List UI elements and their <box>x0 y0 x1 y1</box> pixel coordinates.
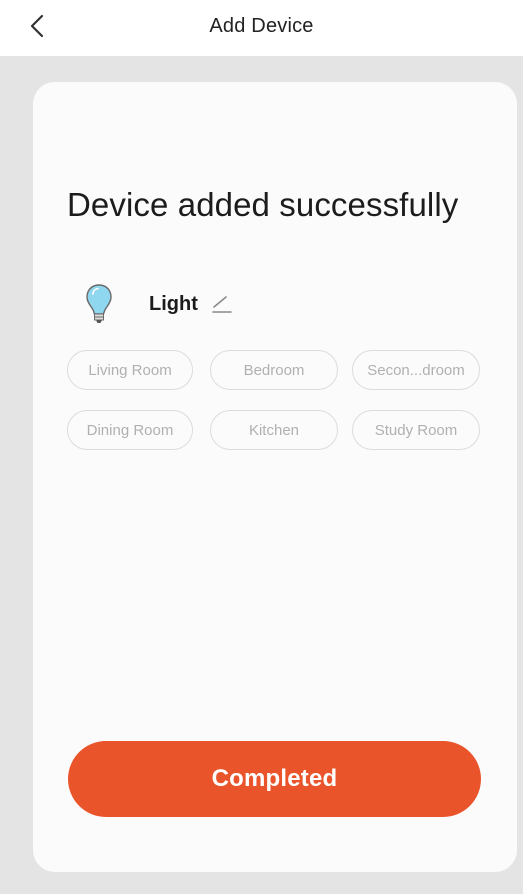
room-chip-dining-room[interactable]: Dining Room <box>67 410 193 450</box>
room-chip-kitchen[interactable]: Kitchen <box>210 410 338 450</box>
completed-button[interactable]: Completed <box>68 741 481 817</box>
device-row: Light <box>82 280 234 328</box>
room-chip-study-room[interactable]: Study Room <box>352 410 480 450</box>
pencil-icon[interactable] <box>210 292 234 316</box>
room-chip-living-room[interactable]: Living Room <box>67 350 193 390</box>
room-chip-second-bedroom[interactable]: Secon...droom <box>352 350 480 390</box>
page-title: Add Device <box>209 15 314 37</box>
success-title: Device added successfully <box>67 186 459 223</box>
header-bar: Add Device <box>0 0 523 56</box>
light-bulb-icon <box>82 281 116 327</box>
device-name: Light <box>149 292 198 315</box>
room-chip-bedroom[interactable]: Bedroom <box>210 350 338 390</box>
